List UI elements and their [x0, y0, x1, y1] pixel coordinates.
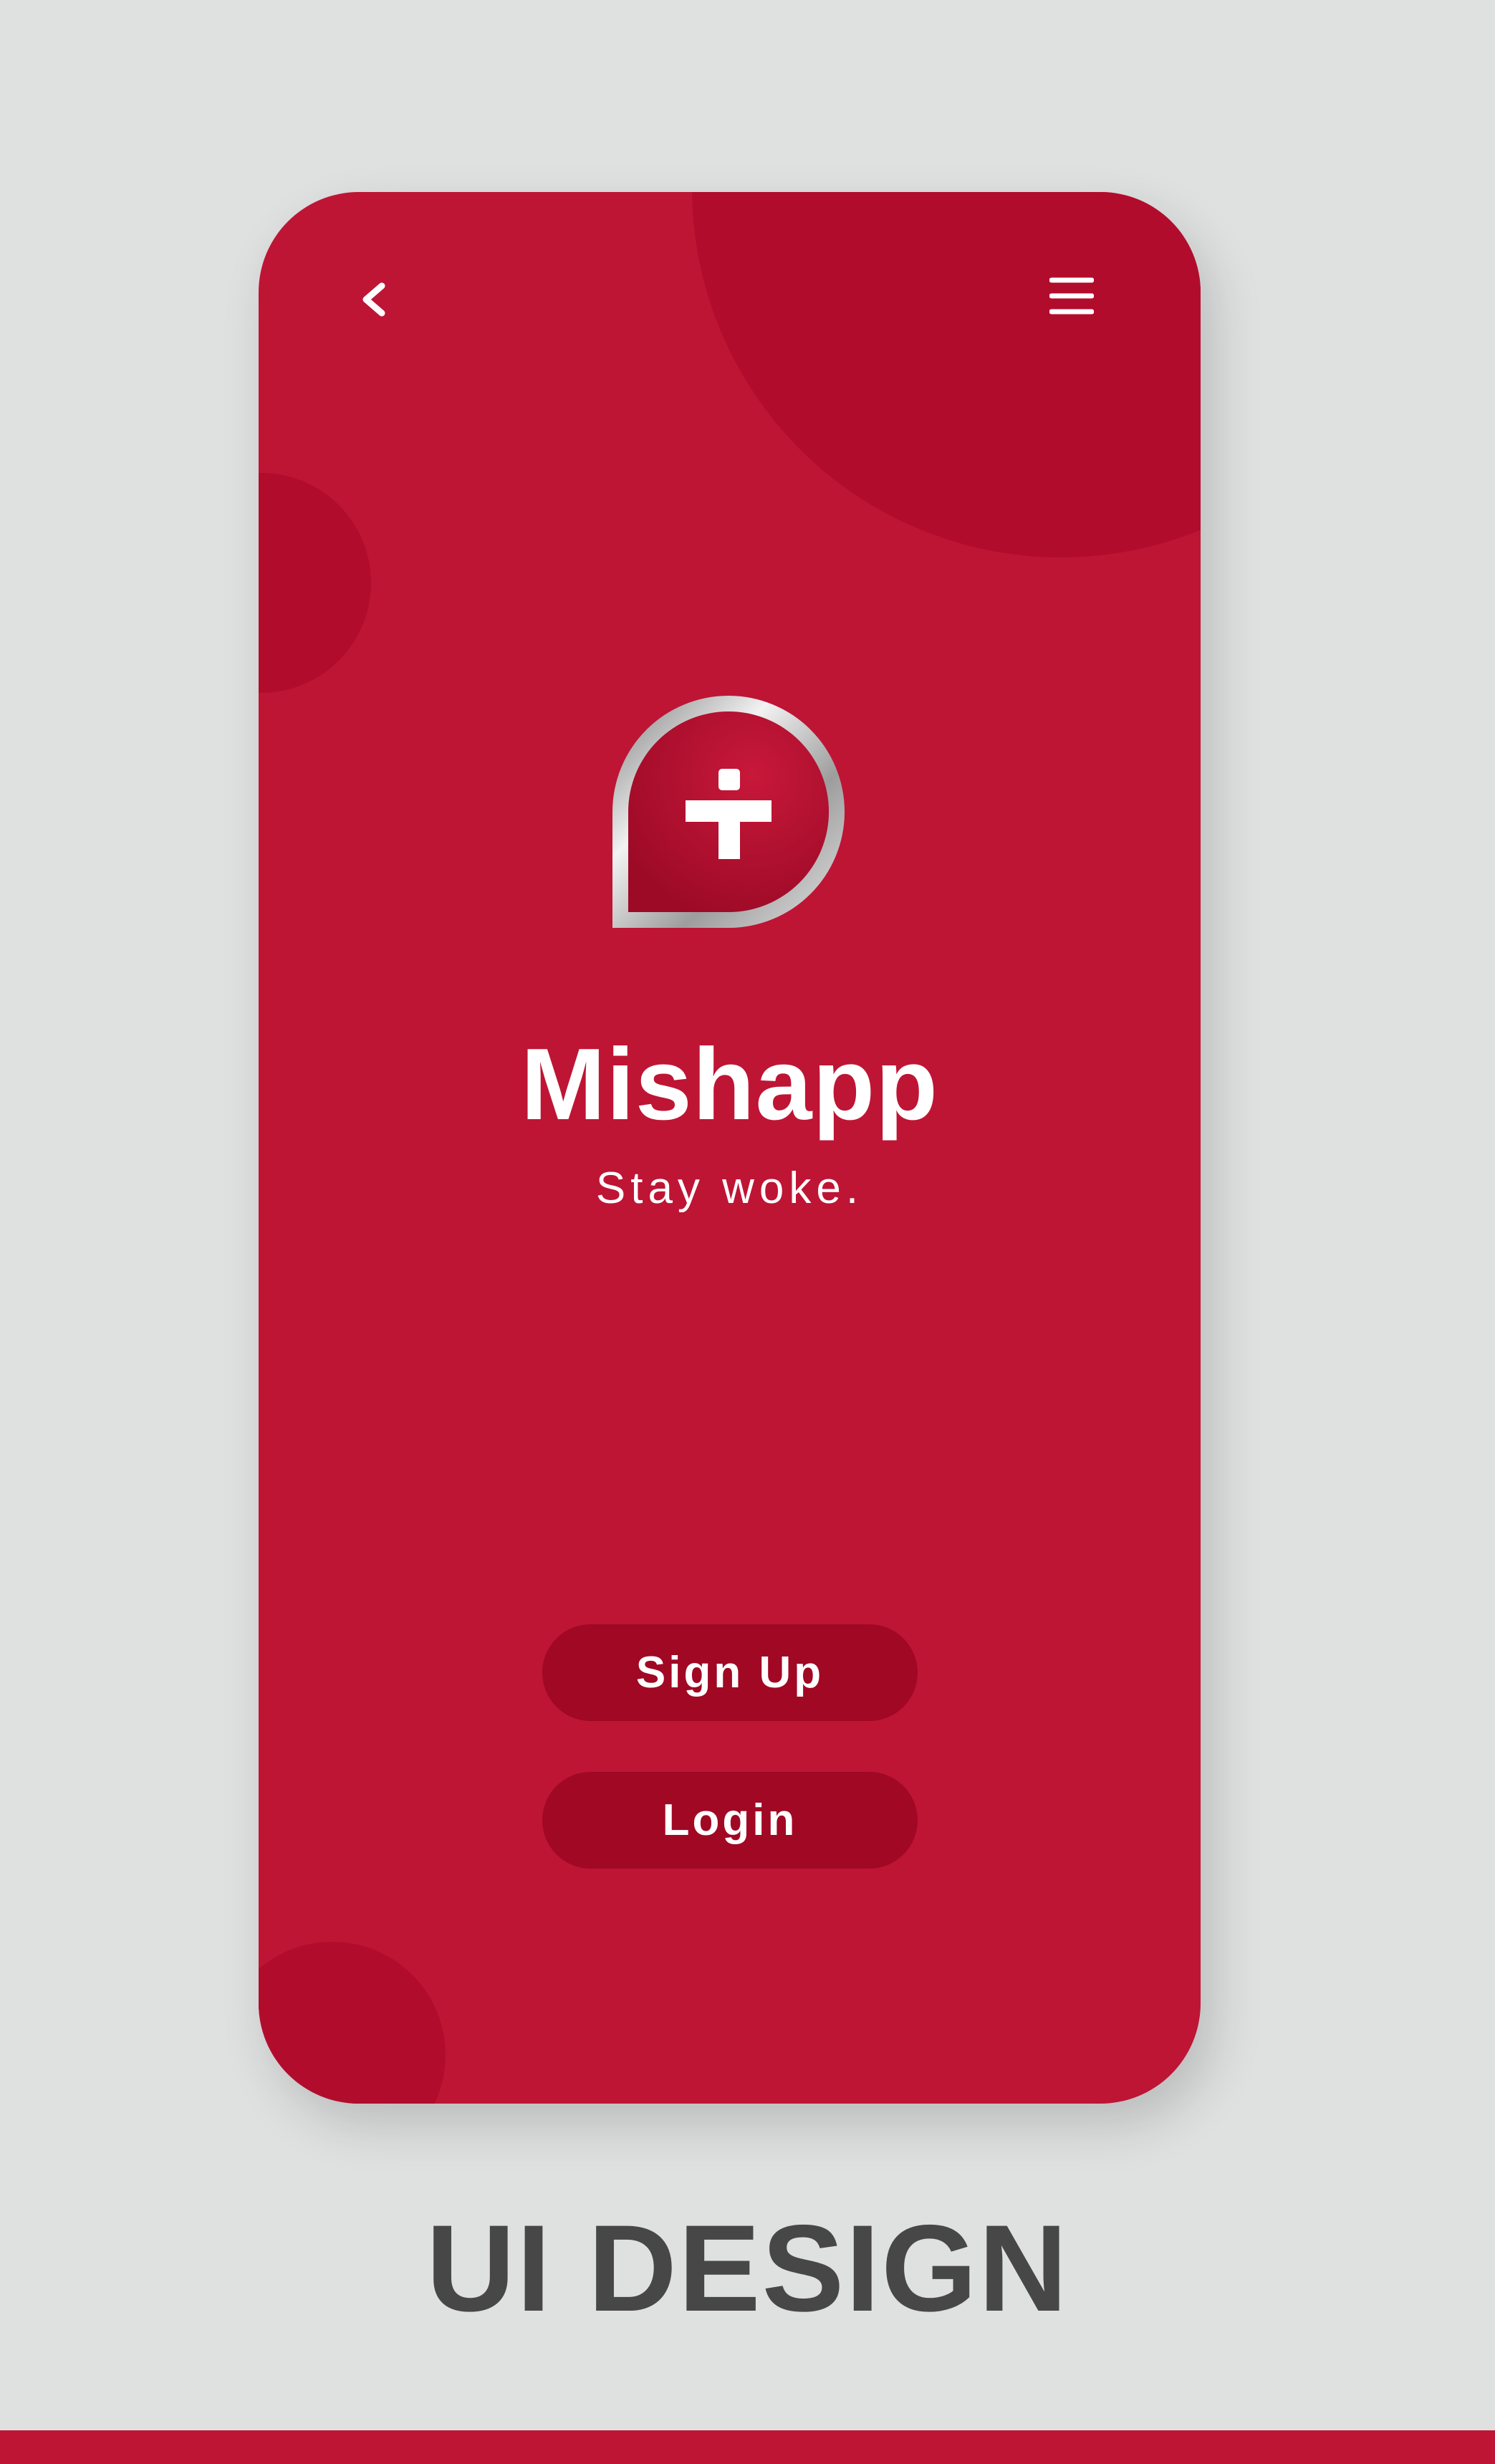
pin-plus-logo-icon [612, 696, 845, 928]
decorative-circle-top-right [692, 192, 1201, 557]
decorative-circle-left [259, 473, 371, 693]
login-button[interactable]: Login [542, 1772, 918, 1869]
back-button[interactable] [345, 271, 402, 328]
phone-screen: Mishapp Stay woke. Sign Up Login [259, 192, 1201, 2104]
sign-up-button[interactable]: Sign Up [542, 1624, 918, 1721]
hamburger-menu-icon [1049, 277, 1094, 315]
decorative-circle-bottom-left [259, 1942, 446, 2104]
menu-button[interactable] [1039, 264, 1104, 328]
app-tagline: Stay woke. [595, 1164, 864, 1213]
app-name: Mishapp [521, 1027, 938, 1141]
bottom-accent-bar [0, 2430, 1495, 2464]
chevron-left-icon [362, 282, 385, 317]
design-caption: UI DESIGN [426, 2200, 1069, 2337]
